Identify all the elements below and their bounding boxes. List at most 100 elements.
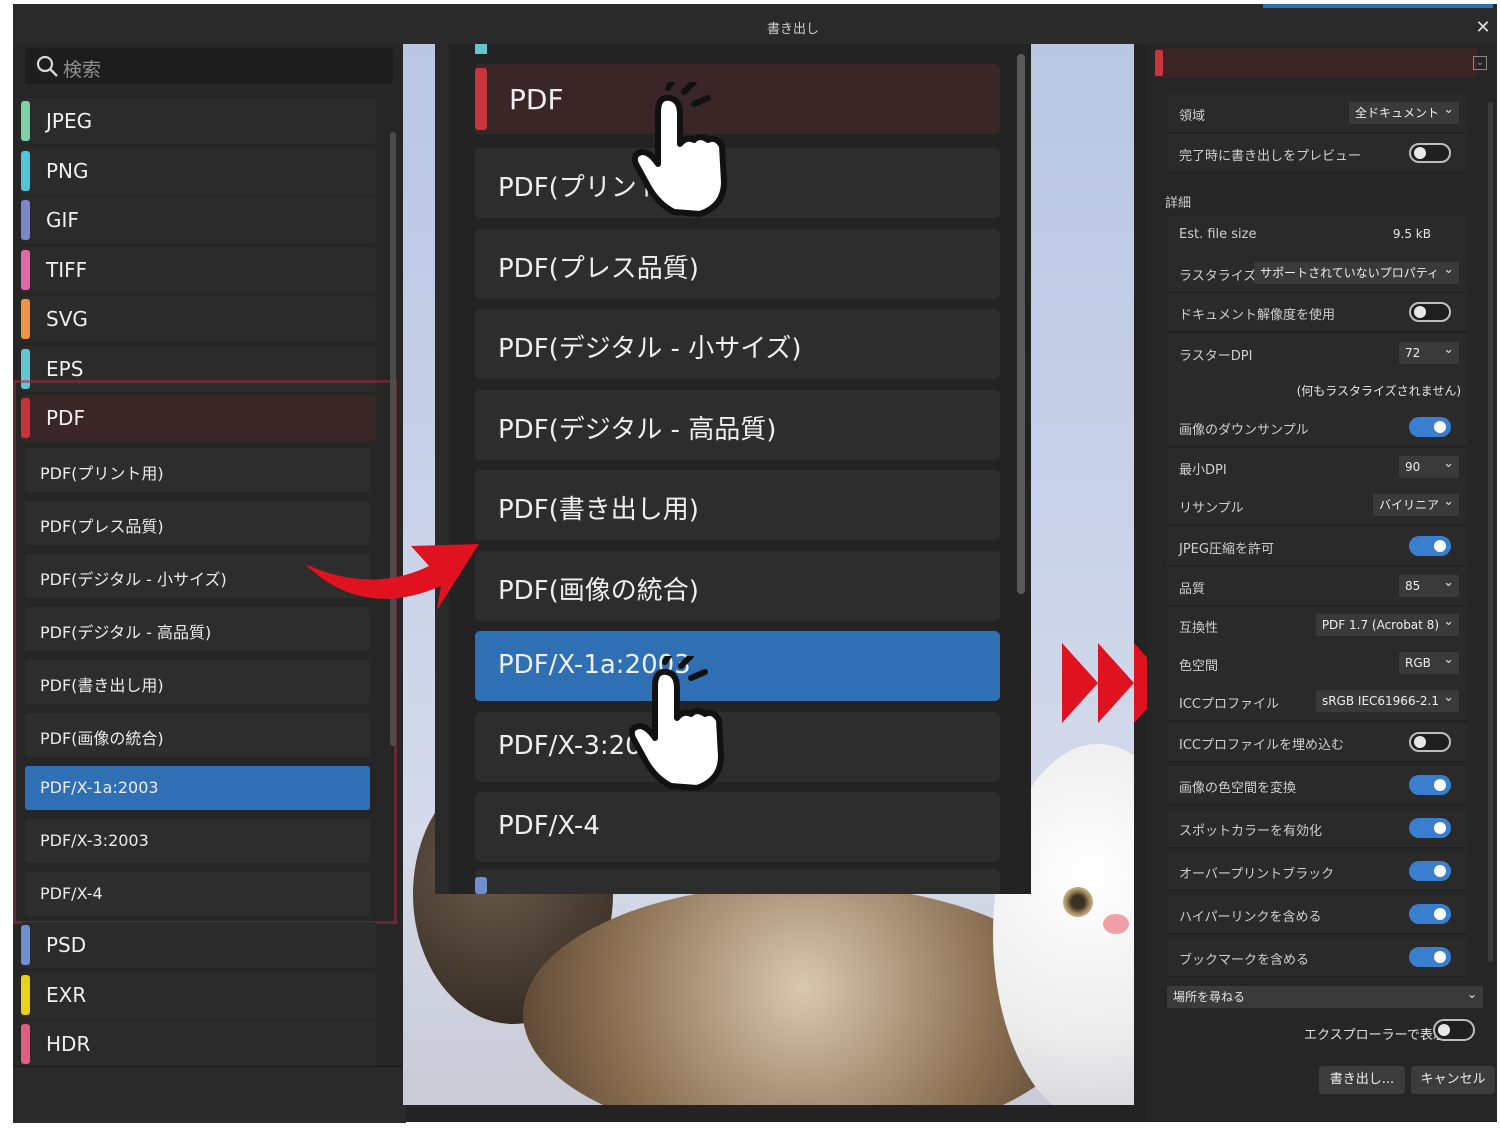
convert-color-toggle[interactable] xyxy=(1409,775,1451,795)
export-dialog: 書き出し ✕ 検索 JPEG PNG GIF TIFF SVG EPS PDF … xyxy=(13,4,1497,1123)
setting-allow-jpeg: JPEG圧縮を許可 xyxy=(1167,527,1467,566)
setting-label: ICCプロファイルを埋め込む xyxy=(1179,738,1344,753)
bookmarks-toggle[interactable] xyxy=(1409,947,1451,967)
setting-label: JPEG圧縮を許可 xyxy=(1179,542,1274,557)
format-tiff[interactable]: TIFF xyxy=(21,247,376,293)
setting-resample: リサンプル バイリニア xyxy=(1167,486,1467,525)
zoom-item-partial xyxy=(475,869,1000,894)
export-button[interactable]: 書き出し... xyxy=(1319,1066,1405,1094)
spot-colors-toggle[interactable] xyxy=(1409,818,1451,838)
dialog-title: 書き出し xyxy=(766,22,819,37)
area-dropdown[interactable]: 全ドキュメント xyxy=(1348,99,1459,124)
setting-label: ICCプロファイル xyxy=(1179,697,1279,712)
compat-dropdown[interactable]: PDF 1.7 (Acrobat 8) xyxy=(1315,611,1459,636)
left-scrollbar[interactable] xyxy=(390,132,396,746)
setting-spot-colors: スポットカラーを有効化 xyxy=(1167,809,1467,848)
setting-quality: 品質 85 xyxy=(1167,567,1467,606)
zoom-label: PDF(書き出し用) xyxy=(498,495,699,525)
show-in-explorer-label: エクスプローラーで表示 xyxy=(1304,1028,1446,1043)
format-color-bar xyxy=(475,877,487,894)
zoom-item[interactable]: PDF(書き出し用) xyxy=(475,470,1000,540)
setting-overprint: オーバープリントブラック xyxy=(1167,852,1467,891)
format-exr[interactable]: EXR xyxy=(21,972,376,1018)
rasterize-note: (何もラスタライズされません) xyxy=(1296,384,1461,398)
zoom-item[interactable]: PDF/X-3:200 xyxy=(475,712,1000,782)
zoom-scrollbar xyxy=(1017,54,1025,594)
search-input[interactable]: 検索 xyxy=(25,48,393,84)
format-jpeg[interactable]: JPEG xyxy=(21,98,376,144)
zoom-item[interactable]: PDF(デジタル - 小サイズ) xyxy=(475,309,1000,379)
triangle-arrow-icon xyxy=(1098,643,1134,723)
overprint-toggle[interactable] xyxy=(1409,861,1451,881)
format-color-bar xyxy=(21,925,30,965)
setting-compat: 互換性 PDF 1.7 (Acrobat 8) xyxy=(1167,606,1467,645)
format-label: EXR xyxy=(46,983,87,1007)
zoom-label: PDF(デジタル - 小サイズ) xyxy=(498,334,802,364)
embed-icc-toggle[interactable] xyxy=(1409,732,1451,752)
setting-label: 完了時に書き出しをプレビュー xyxy=(1179,149,1362,164)
setting-preview-on-finish: 完了時に書き出しをプレビュー xyxy=(1167,134,1467,173)
rasterize-dropdown[interactable]: サポートされていないプロパティ xyxy=(1254,259,1459,284)
highlight-frame xyxy=(13,380,397,924)
setting-rasterize: ラスタライズ サポートされていないプロパティ xyxy=(1167,254,1467,293)
hyperlinks-toggle[interactable] xyxy=(1409,904,1451,924)
setting-label: ラスタライズ xyxy=(1179,269,1257,284)
setting-note: (何もラスタライズされません) xyxy=(1167,372,1467,409)
zoom-item[interactable]: PDF(プレス品質) xyxy=(475,229,1000,299)
color-space-dropdown[interactable]: RGB xyxy=(1399,649,1459,674)
setting-color-space: 色空間 RGB xyxy=(1167,644,1467,683)
setting-label: リサンプル xyxy=(1179,501,1244,516)
min-dpi-field[interactable]: 90 xyxy=(1399,453,1459,478)
format-color-bar xyxy=(21,200,30,240)
zoom-label: PDF(プレス品質) xyxy=(498,254,699,284)
format-color-bar xyxy=(21,151,30,191)
setting-label: ブックマークを含める xyxy=(1179,953,1310,968)
location-dropdown[interactable]: 場所を尋ねる xyxy=(1167,983,1483,1008)
format-label: HDR xyxy=(46,1032,91,1056)
accent-strip xyxy=(1263,4,1493,8)
zoom-item[interactable]: PDF(画像の統合) xyxy=(475,551,1000,621)
settings-panel: ⌄ 領域 全ドキュメント 完了時に書き出しをプレビュー 詳細 Est. file… xyxy=(1147,44,1497,1122)
format-hdr[interactable]: HDR xyxy=(21,1021,376,1067)
setting-label: 品質 xyxy=(1179,582,1206,597)
resample-dropdown[interactable]: バイリニア xyxy=(1372,491,1459,516)
settings-scrollbar[interactable] xyxy=(1488,102,1493,962)
cancel-button[interactable]: キャンセル xyxy=(1411,1066,1495,1094)
format-color-bar xyxy=(475,44,487,54)
setting-label: スポットカラーを有効化 xyxy=(1179,824,1323,839)
format-gif[interactable]: GIF xyxy=(21,197,376,243)
zoom-item[interactable]: PDF/X-4 xyxy=(475,792,1000,862)
zoom-item-selected[interactable]: PDF/X-1a:2003 xyxy=(475,631,1000,701)
est-size-value: 9.5 kB xyxy=(1392,227,1431,241)
format-psd[interactable]: PSD xyxy=(21,922,376,968)
allow-jpeg-toggle[interactable] xyxy=(1409,536,1451,556)
setting-label: Est. file size xyxy=(1179,227,1257,242)
format-png[interactable]: PNG xyxy=(21,148,376,194)
setting-label: ハイパーリンクを含める xyxy=(1179,910,1322,925)
hand-pointer-icon xyxy=(631,82,727,217)
format-label: TIFF xyxy=(46,258,88,282)
icc-dropdown[interactable]: sRGB IEC61966-2.1 xyxy=(1315,687,1459,712)
zoom-item[interactable]: PDF(デジタル - 高品質) xyxy=(475,390,1000,460)
setting-doc-resolution: ドキュメント解像度を使用 xyxy=(1167,293,1467,332)
quality-field[interactable]: 85 xyxy=(1399,572,1459,597)
search-icon xyxy=(36,55,58,77)
setting-embed-icc: ICCプロファイルを埋め込む xyxy=(1167,723,1467,762)
format-color-bar xyxy=(1155,50,1163,76)
chevron-down-icon[interactable]: ⌄ xyxy=(1473,56,1487,70)
setting-label: ラスターDPI xyxy=(1179,349,1253,364)
show-in-explorer-toggle[interactable] xyxy=(1433,1019,1475,1041)
downsample-toggle[interactable] xyxy=(1409,417,1451,437)
format-color-bar xyxy=(21,975,30,1015)
format-label: EPS xyxy=(46,357,84,381)
doc-resolution-toggle[interactable] xyxy=(1409,302,1451,322)
setting-min-dpi: 最小DPI 90 xyxy=(1167,448,1467,487)
preview-toggle[interactable] xyxy=(1409,143,1451,163)
setting-label: 最小DPI xyxy=(1179,463,1227,478)
close-icon[interactable]: ✕ xyxy=(1473,18,1493,38)
curved-arrow-icon xyxy=(305,544,479,610)
setting-label: オーバープリントブラック xyxy=(1179,867,1335,882)
raster-dpi-field[interactable]: 72 xyxy=(1399,339,1459,364)
format-svg[interactable]: SVG xyxy=(21,296,376,342)
setting-downsample: 画像のダウンサンプル xyxy=(1167,408,1467,447)
